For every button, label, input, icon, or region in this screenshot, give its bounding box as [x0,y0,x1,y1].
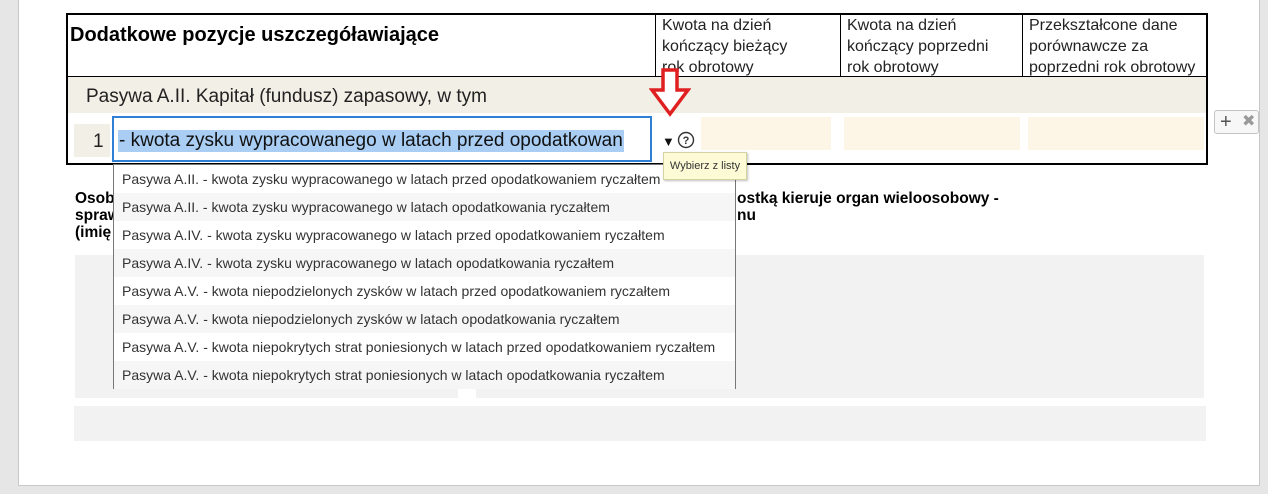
amount-restated-input[interactable] [1028,117,1204,150]
row-number: 1 [93,131,104,152]
amount-previous-input[interactable] [844,117,1020,150]
column-header-line: Przekształcone dane [1029,17,1178,34]
row-number-cell [74,124,110,157]
column-header-line: Kwota na dzień [847,17,957,34]
column-header-line: poprzedni rok obrotowy [1029,59,1196,76]
selected-value: - kwota zysku wypracowanego w latach prz… [118,130,624,152]
column-header-line: porównawcze za [1029,38,1149,55]
dropdown-option[interactable]: Pasywa A.II. - kwota zysku wypracowanego… [114,193,735,221]
column-header-restated: Przekształcone dane porównawcze za poprz… [1029,15,1195,78]
label-line: ostką kieruje organ wieloosobowy - [737,190,999,207]
column-header-line: rok obrotowy [847,59,939,76]
dropdown-option[interactable]: Pasywa A.II. - kwota zysku wypracowanego… [114,165,735,193]
position-select-input[interactable]: - kwota zysku wypracowanego w latach prz… [112,116,652,162]
table-title: Dodatkowe pozycje uszczegóławiające [70,24,440,46]
column-header-line: kończący bieżący [662,38,788,55]
dropdown-option[interactable]: Pasywa A.V. - kwota niepokrytych strat p… [114,361,735,389]
dropdown-option[interactable]: Pasywa A.IV. - kwota zysku wypracowanego… [114,249,735,277]
section-label: Pasywa A.II. Kapitał (fundusz) zapasowy,… [86,86,487,107]
col-divider [1022,15,1023,77]
add-row-icon[interactable]: + [1220,112,1232,132]
col-divider [840,15,841,77]
help-tooltip: Wybierz z listy [663,152,747,180]
amount-current-input[interactable] [701,117,831,150]
board-label-partial: ostką kieruje organ wieloosobowy - nu [737,190,999,224]
dropdown-option[interactable]: Pasywa A.IV. - kwota zysku wypracowanego… [114,221,735,249]
position-dropdown-list: Pasywa A.II. - kwota zysku wypracowanego… [113,164,736,389]
footer-panel [74,406,1206,441]
column-header-previous: Kwota na dzień kończący poprzedni rok ob… [847,15,988,78]
dropdown-option[interactable]: Pasywa A.V. - kwota niepokrytych strat p… [114,333,735,361]
column-header-line: kończący poprzedni [847,38,989,55]
label-line: nu [737,207,756,224]
svg-text:?: ? [683,135,690,147]
dropdown-arrow-icon[interactable]: ▼ [662,134,675,149]
column-header-line: Kwota na dzień [662,17,772,34]
row-actions: + ✖ [1214,110,1259,134]
red-down-arrow-icon [649,68,691,117]
dropdown-option[interactable]: Pasywa A.V. - kwota niepodzielonych zysk… [114,305,735,333]
help-icon[interactable]: ? [677,131,695,149]
remove-row-icon[interactable]: ✖ [1242,113,1255,131]
dropdown-option[interactable]: Pasywa A.V. - kwota niepodzielonych zysk… [114,277,735,305]
